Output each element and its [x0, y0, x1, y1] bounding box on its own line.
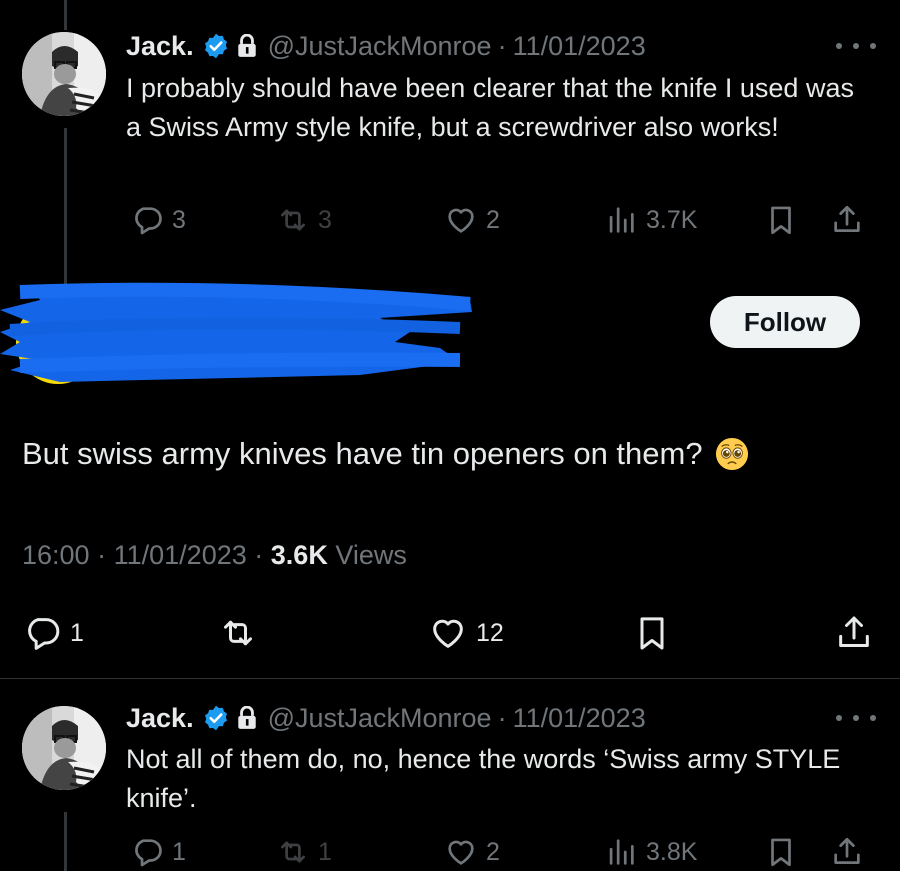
verified-badge-icon — [204, 33, 227, 59]
like-button[interactable]: 2 — [444, 832, 500, 871]
views-button[interactable]: 3.7K — [604, 200, 697, 240]
author-name[interactable]: Jack. — [126, 31, 194, 62]
views-button[interactable]: 3.8K — [604, 832, 697, 871]
reply-icon — [135, 839, 162, 867]
thread-line-bottom — [64, 812, 67, 871]
share-icon — [834, 837, 860, 864]
retweet-button[interactable]: 3 — [276, 200, 332, 240]
redaction-scribble — [0, 282, 472, 384]
bookmark-button[interactable] — [632, 610, 672, 656]
like-button[interactable]: 12 — [428, 610, 504, 656]
reply-count: 1 — [172, 837, 186, 866]
main-tweet-text: But swiss army knives have tin openers o… — [22, 436, 703, 471]
analytics-icon — [609, 839, 634, 865]
reply-count: 1 — [70, 618, 84, 647]
views-label: Views — [335, 540, 407, 570]
reply-button[interactable]: 1 — [130, 832, 186, 871]
pleading-face-emoji-icon — [715, 437, 748, 471]
thread-line-top — [64, 0, 67, 30]
view-count: 3.7K — [646, 205, 698, 234]
retweet-button[interactable]: 1 — [276, 832, 332, 871]
avatar[interactable] — [22, 706, 106, 790]
share-button[interactable] — [830, 200, 864, 240]
tweet1-text: I probably should have been clearer that… — [126, 73, 854, 142]
lock-icon — [237, 34, 256, 57]
main-tweet-text-row: But swiss army knives have tin openers o… — [22, 436, 749, 472]
more-options-icon[interactable] — [836, 40, 876, 52]
bookmark-button[interactable] — [764, 200, 798, 240]
main-tweet-actions: 1 12 — [22, 610, 878, 656]
heart-icon — [448, 208, 474, 233]
like-count: 2 — [486, 837, 500, 866]
retweet-icon — [281, 209, 305, 231]
retweet-icon — [224, 620, 252, 646]
tweet2-text: Not all of them do, no, hence the words … — [126, 744, 841, 813]
share-button[interactable] — [834, 610, 874, 656]
tweet2-actions: 1 1 2 3.8K — [126, 832, 871, 871]
separator: · — [497, 30, 507, 61]
retweet-button[interactable] — [218, 610, 258, 656]
retweet-count: 1 — [318, 837, 332, 866]
reply-button[interactable]: 1 — [22, 610, 84, 656]
bookmark-icon — [771, 838, 791, 867]
separator: · — [97, 540, 107, 570]
tweet-date[interactable]: 11/01/2023 — [114, 540, 247, 570]
share-button[interactable] — [830, 832, 864, 871]
reply-count: 3 — [172, 205, 186, 234]
lock-icon — [237, 706, 256, 729]
like-count: 2 — [486, 205, 500, 234]
divider — [0, 678, 900, 679]
heart-icon — [448, 840, 474, 865]
author-name[interactable]: Jack. — [126, 703, 194, 734]
more-options-icon[interactable] — [836, 712, 876, 724]
reply-icon — [135, 207, 162, 235]
heart-icon — [433, 619, 463, 648]
tweet-date[interactable]: 11/01/2023 — [513, 703, 646, 734]
share-icon — [834, 205, 860, 232]
tweet-time[interactable]: 16:00 — [22, 540, 90, 570]
author-handle[interactable]: @JustJackMonroe — [268, 31, 492, 62]
avatar[interactable] — [22, 32, 106, 116]
tweet2-header: Jack. @JustJackMonroe · 11/01/2023 — [126, 700, 646, 736]
retweet-count: 3 — [318, 205, 332, 234]
bookmark-icon — [771, 206, 791, 235]
follow-button[interactable]: Follow — [710, 296, 860, 348]
like-button[interactable]: 2 — [444, 200, 500, 240]
views-count[interactable]: 3.6K — [271, 540, 328, 570]
bookmark-button[interactable] — [764, 832, 798, 871]
reply-icon — [28, 618, 60, 650]
share-icon — [839, 616, 869, 647]
separator: · — [497, 702, 507, 733]
tweet-date[interactable]: 11/01/2023 — [513, 31, 646, 62]
bookmark-icon — [640, 617, 664, 650]
like-count: 12 — [476, 618, 504, 647]
author-handle[interactable]: @JustJackMonroe — [268, 703, 492, 734]
view-count: 3.8K — [646, 837, 698, 866]
analytics-icon — [609, 207, 634, 233]
tweet1-actions: 3 3 2 3.7K — [126, 200, 871, 240]
tweet-meta: 16:00 · 11/01/2023 · 3.6K Views — [22, 540, 407, 571]
thread-line-mid — [64, 128, 67, 286]
tweet1-header: Jack. @JustJackMonroe · 11/01/2023 — [126, 28, 646, 64]
reply-button[interactable]: 3 — [130, 200, 186, 240]
separator: · — [254, 540, 264, 570]
verified-badge-icon — [204, 705, 227, 731]
retweet-icon — [281, 841, 305, 863]
